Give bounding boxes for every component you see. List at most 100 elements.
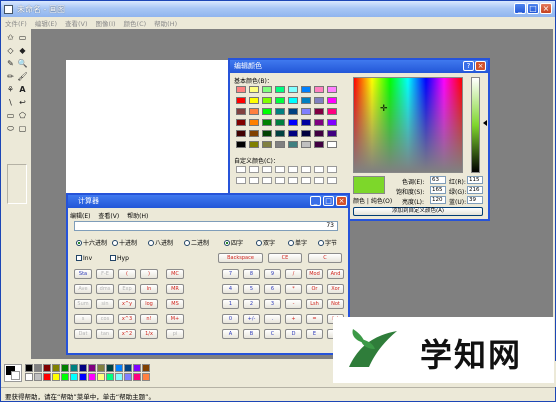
- palette-color-swatch[interactable]: [106, 373, 114, 381]
- basic-color-swatch[interactable]: [314, 97, 324, 104]
- number-key[interactable]: Mod: [306, 269, 323, 279]
- basic-color-swatch[interactable]: [288, 86, 298, 93]
- palette-color-swatch[interactable]: [61, 373, 69, 381]
- custom-color-swatch[interactable]: [327, 166, 337, 173]
- palette-color-swatch[interactable]: [106, 364, 114, 372]
- basic-color-swatch[interactable]: [301, 97, 311, 104]
- eraser-tool-icon[interactable]: ◇: [5, 45, 16, 56]
- menu-view[interactable]: 查看(V): [61, 18, 92, 28]
- palette-color-swatch[interactable]: [61, 364, 69, 372]
- palette-color-swatch[interactable]: [25, 364, 33, 372]
- custom-color-swatch[interactable]: [236, 166, 246, 173]
- palette-color-swatch[interactable]: [133, 364, 141, 372]
- basic-color-swatch[interactable]: [301, 119, 311, 126]
- basic-color-swatch[interactable]: [262, 119, 272, 126]
- number-key[interactable]: 0: [222, 314, 239, 324]
- sci-key[interactable]: Sum: [74, 299, 92, 309]
- sci-key[interactable]: x^3: [118, 314, 136, 324]
- radio-word[interactable]: 单字: [288, 238, 307, 247]
- palette-color-swatch[interactable]: [115, 373, 123, 381]
- number-key[interactable]: A: [222, 329, 239, 339]
- number-key[interactable]: Lsh: [306, 299, 323, 309]
- palette-color-swatch[interactable]: [115, 364, 123, 372]
- radio-bin[interactable]: 二进制: [184, 238, 209, 247]
- palette-color-swatch[interactable]: [97, 364, 105, 372]
- palette-color-swatch[interactable]: [34, 364, 42, 372]
- custom-color-swatch[interactable]: [249, 166, 259, 173]
- number-key[interactable]: D: [285, 329, 302, 339]
- basic-color-swatch[interactable]: [275, 97, 285, 104]
- menu-edit[interactable]: 编辑(E): [31, 18, 61, 28]
- basic-color-swatch[interactable]: [249, 141, 259, 148]
- basic-color-swatch[interactable]: [262, 108, 272, 115]
- palette-color-swatch[interactable]: [142, 373, 150, 381]
- palette-color-swatch[interactable]: [133, 373, 141, 381]
- custom-color-swatch[interactable]: [262, 166, 272, 173]
- basic-color-swatch[interactable]: [275, 86, 285, 93]
- radio-byte[interactable]: 字节: [318, 238, 337, 247]
- palette-color-swatch[interactable]: [43, 364, 51, 372]
- palette-color-swatch[interactable]: [70, 373, 78, 381]
- basic-color-swatch[interactable]: [288, 141, 298, 148]
- brush-tool-icon[interactable]: 🖌: [17, 71, 28, 82]
- basic-color-swatch[interactable]: [262, 86, 272, 93]
- sci-key[interactable]: x^y: [118, 299, 136, 309]
- basic-color-swatch[interactable]: [327, 141, 337, 148]
- number-key[interactable]: 4: [222, 284, 239, 294]
- basic-color-swatch[interactable]: [262, 130, 272, 137]
- maximize-button[interactable]: □: [527, 3, 539, 14]
- palette-color-swatch[interactable]: [124, 373, 132, 381]
- basic-color-swatch[interactable]: [262, 141, 272, 148]
- basic-color-swatch[interactable]: [236, 86, 246, 93]
- palette-color-swatch[interactable]: [25, 373, 33, 381]
- palette-color-swatch[interactable]: [43, 373, 51, 381]
- basic-color-swatch[interactable]: [327, 130, 337, 137]
- basic-color-swatch[interactable]: [275, 119, 285, 126]
- radio-dec[interactable]: 十进制: [112, 238, 137, 247]
- sci-key[interactable]: n!: [140, 314, 158, 324]
- custom-color-swatch[interactable]: [275, 177, 285, 184]
- custom-color-swatch[interactable]: [249, 177, 259, 184]
- free-select-tool-icon[interactable]: ✩: [5, 32, 16, 43]
- number-key[interactable]: /: [285, 269, 302, 279]
- palette-color-swatch[interactable]: [52, 364, 60, 372]
- menu-help[interactable]: 帮助(H): [150, 18, 181, 28]
- basic-color-swatch[interactable]: [327, 86, 337, 93]
- number-key[interactable]: 5: [243, 284, 260, 294]
- calc-close-button[interactable]: ×: [336, 196, 347, 206]
- custom-color-swatch[interactable]: [314, 166, 324, 173]
- basic-color-swatch[interactable]: [288, 108, 298, 115]
- basic-color-swatch[interactable]: [236, 97, 246, 104]
- basic-color-swatch[interactable]: [301, 108, 311, 115]
- radio-qword[interactable]: 四字: [224, 238, 243, 247]
- sci-key[interactable]: F-E: [96, 269, 114, 279]
- number-key[interactable]: Or: [306, 284, 323, 294]
- magnifier-tool-icon[interactable]: 🔍: [17, 58, 28, 69]
- palette-color-swatch[interactable]: [97, 373, 105, 381]
- dialog-close-button[interactable]: ×: [475, 61, 486, 71]
- memory-key[interactable]: pi: [166, 329, 184, 339]
- basic-color-swatch[interactable]: [275, 130, 285, 137]
- memory-key[interactable]: MR: [166, 284, 184, 294]
- basic-color-swatch[interactable]: [275, 141, 285, 148]
- rectangle-tool-icon[interactable]: ▭: [5, 110, 16, 121]
- sci-key[interactable]: Sta: [74, 269, 92, 279]
- sci-key[interactable]: ): [140, 269, 158, 279]
- custom-color-swatch[interactable]: [288, 166, 298, 173]
- tool-options-box[interactable]: [7, 164, 27, 204]
- custom-color-swatch[interactable]: [301, 166, 311, 173]
- basic-color-swatch[interactable]: [288, 97, 298, 104]
- radio-dword[interactable]: 双字: [256, 238, 275, 247]
- number-key[interactable]: C: [264, 329, 281, 339]
- number-key[interactable]: 7: [222, 269, 239, 279]
- basic-color-swatch[interactable]: [249, 119, 259, 126]
- sci-key[interactable]: log: [140, 299, 158, 309]
- rounded-rect-tool-icon[interactable]: ▢: [17, 123, 28, 134]
- color-spectrum[interactable]: [353, 77, 463, 173]
- calc-maximize-button[interactable]: □: [323, 196, 334, 206]
- sci-key[interactable]: Exp: [118, 284, 136, 294]
- palette-color-swatch[interactable]: [88, 364, 96, 372]
- ellipse-tool-icon[interactable]: ⬭: [5, 123, 16, 134]
- number-key[interactable]: 8: [243, 269, 260, 279]
- c-button[interactable]: C: [308, 253, 342, 263]
